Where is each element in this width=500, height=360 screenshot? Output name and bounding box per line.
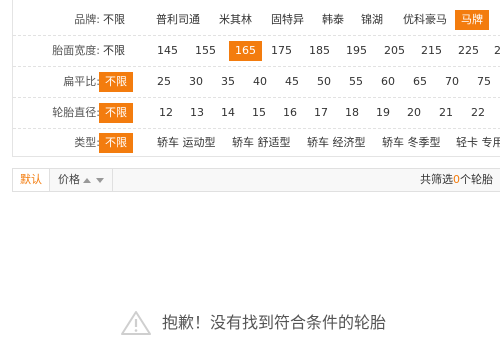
- ratio-option-70[interactable]: 70: [445, 67, 459, 97]
- diameter-option-any[interactable]: 不限: [99, 103, 133, 123]
- diameter-option-21[interactable]: 21: [439, 98, 453, 128]
- brand-option-any[interactable]: 不限: [103, 5, 125, 35]
- width-option-175[interactable]: 175: [271, 36, 292, 66]
- width-option-any[interactable]: 不限: [103, 36, 125, 66]
- filter-row-ratio: 扁平比: 不限 25 30 35 40 45 50 55 60 65 70 75: [13, 67, 500, 98]
- ratio-option-55[interactable]: 55: [349, 67, 363, 97]
- warning-icon: [120, 310, 152, 339]
- type-option-winter[interactable]: 轿车 冬季型: [382, 128, 441, 158]
- filter-label-width: 胎面宽度:: [52, 44, 100, 57]
- width-option-overflow[interactable]: 2: [494, 36, 500, 66]
- brand-option-yokohama[interactable]: 优科豪马: [403, 5, 447, 35]
- brand-option-kumho[interactable]: 锦湖: [361, 5, 383, 35]
- diameter-option-19[interactable]: 19: [376, 98, 390, 128]
- filter-label-brand: 品牌:: [74, 13, 100, 26]
- diameter-option-15[interactable]: 15: [252, 98, 266, 128]
- diameter-option-20[interactable]: 20: [407, 98, 421, 128]
- brand-option-goodyear[interactable]: 固特异: [271, 5, 304, 35]
- diameter-option-14[interactable]: 14: [221, 98, 235, 128]
- brand-option-bridgestone[interactable]: 普利司通: [156, 5, 200, 35]
- width-option-155[interactable]: 155: [195, 36, 216, 66]
- filter-row-type: 类型: 不限 轿车 运动型 轿车 舒适型 轿车 经济型 轿车 冬季型 轻卡 专用: [13, 128, 500, 158]
- type-option-economy[interactable]: 轿车 经济型: [307, 128, 366, 158]
- diameter-option-18[interactable]: 18: [345, 98, 359, 128]
- width-option-185[interactable]: 185: [309, 36, 330, 66]
- sort-bar: 默认 价格 共筛选0个轮胎: [12, 168, 500, 192]
- filter-label-type: 类型:: [74, 136, 100, 149]
- diameter-option-22[interactable]: 22: [471, 98, 485, 128]
- result-count-suffix: 个轮胎: [460, 173, 493, 186]
- ratio-option-30[interactable]: 30: [189, 67, 203, 97]
- ratio-option-50[interactable]: 50: [317, 67, 331, 97]
- brand-option-michelin[interactable]: 米其林: [219, 5, 252, 35]
- filter-label-ratio: 扁平比:: [63, 75, 100, 88]
- width-option-225[interactable]: 225: [458, 36, 479, 66]
- diameter-option-13[interactable]: 13: [190, 98, 204, 128]
- ratio-option-25[interactable]: 25: [157, 67, 171, 97]
- result-count-number: 0: [453, 173, 460, 186]
- filter-panel: 品牌: 不限 普利司通 米其林 固特异 韩泰 锦湖 优科豪马 马牌 胎面宽度: …: [12, 0, 500, 157]
- width-option-205[interactable]: 205: [384, 36, 405, 66]
- ratio-option-40[interactable]: 40: [253, 67, 267, 97]
- type-option-light-truck[interactable]: 轻卡 专用: [456, 128, 500, 158]
- width-option-215[interactable]: 215: [421, 36, 442, 66]
- ratio-option-35[interactable]: 35: [221, 67, 235, 97]
- ratio-option-75[interactable]: 75: [477, 67, 491, 97]
- filter-row-brand: 品牌: 不限 普利司通 米其林 固特异 韩泰 锦湖 优科豪马 马牌: [13, 5, 500, 36]
- filter-row-width: 胎面宽度: 不限 145 155 165 175 185 195 205 215…: [13, 36, 500, 67]
- ratio-option-65[interactable]: 65: [413, 67, 427, 97]
- type-option-sport[interactable]: 轿车 运动型: [157, 128, 216, 158]
- width-option-145[interactable]: 145: [157, 36, 178, 66]
- ratio-option-any[interactable]: 不限: [99, 72, 133, 92]
- result-count: 共筛选0个轮胎: [420, 169, 493, 191]
- result-count-prefix: 共筛选: [420, 173, 453, 186]
- sort-price-button[interactable]: 价格: [50, 169, 113, 191]
- type-option-comfort[interactable]: 轿车 舒适型: [232, 128, 291, 158]
- brand-option-continental[interactable]: 马牌: [455, 10, 489, 30]
- sort-price-label: 价格: [58, 173, 80, 186]
- width-option-165[interactable]: 165: [229, 41, 262, 61]
- diameter-option-16[interactable]: 16: [283, 98, 297, 128]
- diameter-option-17[interactable]: 17: [314, 98, 328, 128]
- empty-message: 抱歉！没有找到符合条件的轮胎: [162, 313, 387, 332]
- sort-up-icon: [83, 177, 91, 183]
- diameter-option-12[interactable]: 12: [159, 98, 173, 128]
- filter-label-diameter: 轮胎直径:: [52, 106, 100, 119]
- type-option-any[interactable]: 不限: [99, 133, 133, 153]
- width-option-195[interactable]: 195: [346, 36, 367, 66]
- ratio-option-45[interactable]: 45: [285, 67, 299, 97]
- ratio-option-60[interactable]: 60: [381, 67, 395, 97]
- sort-down-icon: [96, 177, 104, 183]
- filter-row-diameter: 轮胎直径: 不限 12 13 14 15 16 17 18 19 20 21 2…: [13, 98, 500, 129]
- sort-default-button[interactable]: 默认: [13, 169, 50, 191]
- brand-option-hankook[interactable]: 韩泰: [322, 5, 344, 35]
